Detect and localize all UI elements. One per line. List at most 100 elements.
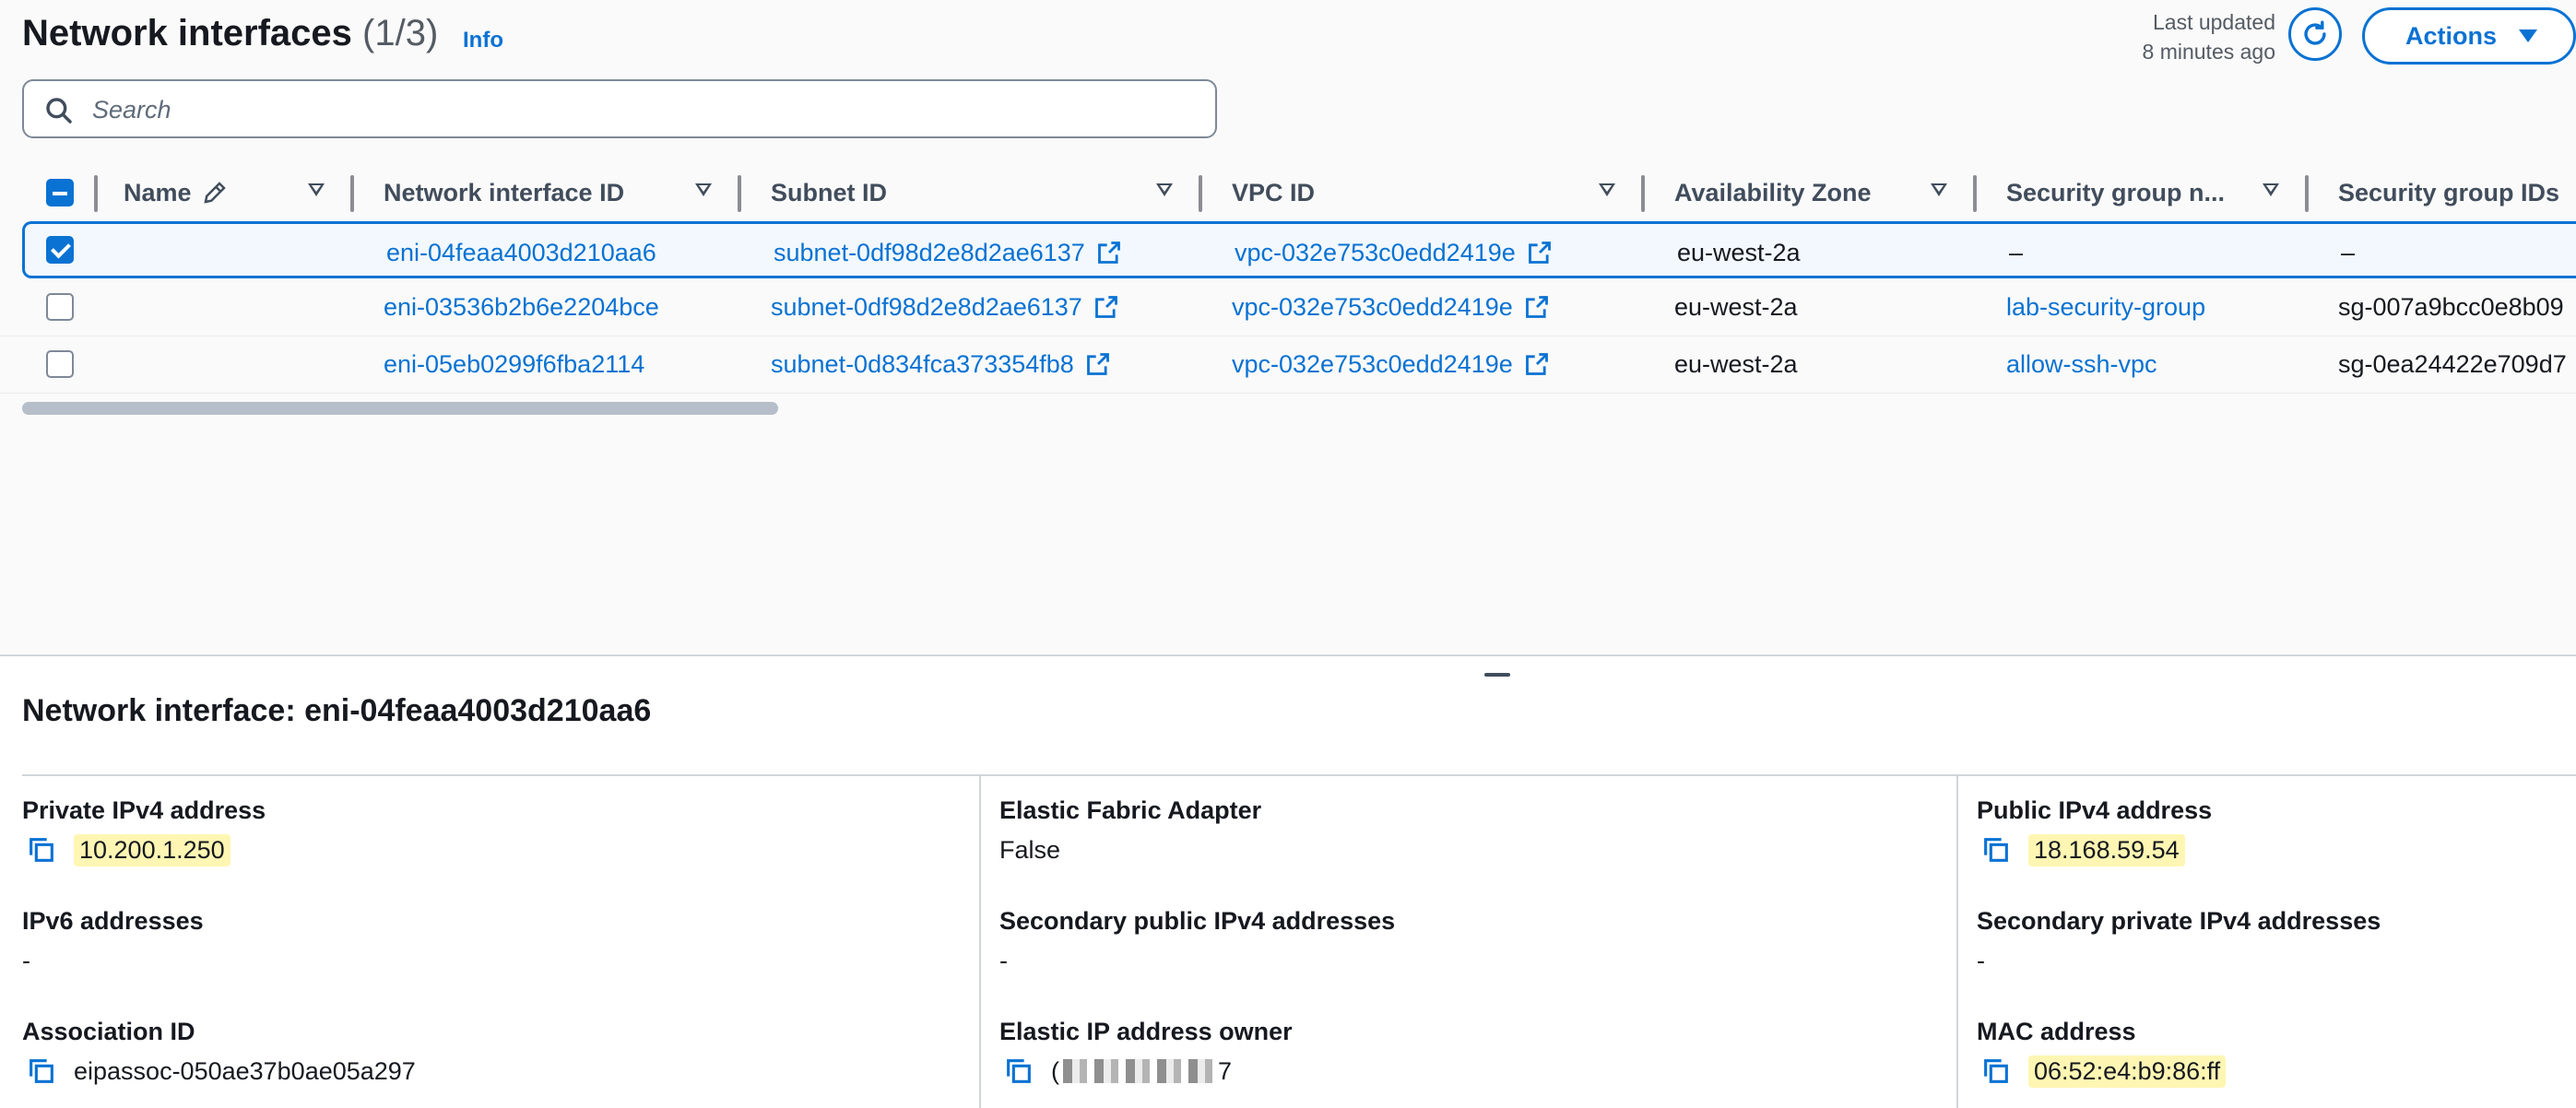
column-header-availability-zone[interactable]: Availability Zone [1674, 166, 1960, 219]
elastic-ip-owner-prefix: ( [1051, 1056, 1059, 1085]
subnet-id-link[interactable]: subnet-0df98d2e8d2ae6137 [774, 224, 1122, 281]
secondary-public-ipv4-field: Secondary public IPv4 addresses - [999, 907, 1395, 976]
copy-icon[interactable] [26, 1055, 57, 1087]
vpc-id-link[interactable]: vpc-032e753c0edd2419e [1232, 336, 1550, 393]
column-header-name[interactable]: Name [124, 166, 354, 219]
column-header-label: VPC ID [1232, 178, 1316, 206]
ipv6-value: - [22, 946, 30, 974]
field-label: Secondary private IPv4 addresses [1977, 907, 2381, 935]
column-divider[interactable] [1641, 175, 1645, 212]
availability-zone: eu-west-2a [1674, 349, 1798, 378]
eni-id-link[interactable]: eni-03536b2b6e2204bce [384, 278, 659, 336]
field-label: MAC address [1977, 1018, 2136, 1045]
column-divider[interactable] [1973, 175, 1977, 212]
availability-zone: eu-west-2a [1677, 238, 1801, 266]
table-row[interactable]: eni-05eb0299f6fba2114 subnet-0d834fca373… [0, 336, 2576, 394]
column-header-vpc-id[interactable]: VPC ID [1232, 166, 1628, 219]
caret-down-icon [2519, 29, 2538, 42]
security-group-name-link[interactable]: allow-ssh-vpc [2006, 336, 2157, 393]
column-header-security-group-name[interactable]: Security group n... [2006, 166, 2292, 219]
actions-button[interactable]: Actions [2362, 7, 2576, 65]
column-header-label: Name [124, 178, 192, 206]
eni-id-link[interactable]: eni-05eb0299f6fba2114 [384, 336, 644, 393]
redacted-account-id [1063, 1059, 1214, 1083]
row-checkbox[interactable] [46, 293, 74, 321]
copy-icon[interactable] [1980, 1055, 2012, 1087]
column-header-security-group-ids[interactable]: Security group IDs [2338, 166, 2576, 219]
copy-icon[interactable] [1980, 834, 2012, 866]
sort-icon[interactable] [1156, 183, 1173, 196]
eni-id-text[interactable]: eni-04feaa4003d210aa6 [386, 239, 656, 267]
vpc-id-text[interactable]: vpc-032e753c0edd2419e [1232, 293, 1513, 322]
eni-id-link[interactable]: eni-04feaa4003d210aa6 [386, 224, 656, 281]
external-link-icon[interactable] [1085, 351, 1111, 377]
search-input[interactable] [90, 88, 1182, 131]
vpc-id-text[interactable]: vpc-032e753c0edd2419e [1235, 239, 1516, 267]
refresh-button[interactable] [2288, 7, 2342, 61]
column-header-label: Network interface ID [384, 178, 625, 206]
column-divider[interactable] [350, 175, 354, 212]
ipv6-field: IPv6 addresses - [22, 907, 204, 976]
subnet-id-link[interactable]: subnet-0d834fca373354fb8 [771, 336, 1111, 393]
vpc-id-text[interactable]: vpc-032e753c0edd2419e [1232, 350, 1513, 379]
row-checkbox[interactable] [46, 350, 74, 378]
efa-value: False [999, 835, 1061, 864]
refresh-icon [2304, 20, 2326, 45]
selection-count: (1/3) [362, 13, 439, 53]
external-link-icon[interactable] [1527, 240, 1553, 265]
column-divider[interactable] [94, 175, 98, 212]
field-label: IPv6 addresses [22, 907, 204, 935]
copy-icon[interactable] [26, 834, 57, 866]
drag-handle-icon[interactable] [1484, 673, 1510, 677]
copy-icon[interactable] [1003, 1055, 1034, 1087]
association-id-field: Association ID eipassoc-050ae37b0ae05a29… [22, 1018, 416, 1087]
sort-icon[interactable] [308, 183, 325, 196]
last-updated: Last updated 8 minutes ago [2143, 7, 2275, 66]
vpc-id-link[interactable]: vpc-032e753c0edd2419e [1235, 224, 1553, 281]
column-header-subnet-id[interactable]: Subnet ID [771, 166, 1173, 219]
actions-button-label: Actions [2405, 21, 2498, 50]
search-bar[interactable] [22, 79, 1217, 138]
eni-id-text[interactable]: eni-03536b2b6e2204bce [384, 293, 659, 322]
secondary-private-ipv4-value: - [1977, 946, 1985, 974]
search-icon [46, 98, 72, 124]
secondary-public-ipv4-value: - [999, 946, 1008, 974]
subnet-id-link[interactable]: subnet-0df98d2e8d2ae6137 [771, 278, 1119, 336]
eni-id-text[interactable]: eni-05eb0299f6fba2114 [384, 350, 644, 379]
security-group-name-link[interactable]: lab-security-group [2006, 278, 2205, 336]
subnet-id-text[interactable]: subnet-0d834fca373354fb8 [771, 350, 1074, 379]
private-ipv4-value: 10.200.1.250 [74, 833, 230, 866]
table-row[interactable]: eni-04feaa4003d210aa6 subnet-0df98d2e8d2… [22, 221, 2576, 278]
column-divider[interactable] [1199, 175, 1202, 212]
column-divider[interactable] [738, 175, 741, 212]
sort-icon[interactable] [2263, 183, 2279, 196]
sort-icon[interactable] [1599, 183, 1615, 196]
secondary-private-ipv4-field: Secondary private IPv4 addresses - [1977, 907, 2381, 976]
select-all-checkbox[interactable] [46, 179, 74, 206]
horizontal-scrollbar[interactable] [22, 402, 778, 415]
row-checkbox[interactable] [46, 236, 74, 264]
sort-icon[interactable] [1931, 183, 1947, 196]
elastic-ip-owner-suffix: 7 [1218, 1056, 1233, 1085]
info-link[interactable]: Info [463, 28, 503, 53]
column-divider[interactable] [2305, 175, 2309, 212]
pencil-icon [203, 182, 226, 204]
external-link-icon[interactable] [1096, 240, 1122, 265]
sort-icon[interactable] [695, 183, 712, 196]
column-header-label: Availability Zone [1674, 178, 1872, 206]
column-header-eni-id[interactable]: Network interface ID [384, 166, 734, 219]
split-panel-divider[interactable] [0, 654, 2576, 656]
efa-field: Elastic Fabric Adapter False [999, 796, 1261, 866]
subnet-id-text[interactable]: subnet-0df98d2e8d2ae6137 [771, 293, 1082, 322]
availability-zone: eu-west-2a [1674, 292, 1798, 321]
external-link-icon[interactable] [1524, 351, 1550, 377]
external-link-icon[interactable] [1093, 294, 1119, 320]
external-link-icon[interactable] [1524, 294, 1550, 320]
field-label: Private IPv4 address [22, 796, 266, 824]
vpc-id-link[interactable]: vpc-032e753c0edd2419e [1232, 278, 1550, 336]
page-title-text: Network interfaces [22, 13, 352, 53]
public-ipv4-field: Public IPv4 address 18.168.59.54 [1977, 796, 2212, 866]
subnet-id-text[interactable]: subnet-0df98d2e8d2ae6137 [774, 239, 1085, 267]
table-row[interactable]: eni-03536b2b6e2204bce subnet-0df98d2e8d2… [0, 278, 2576, 336]
security-group-ids: sg-007a9bcc0e8b09 [2338, 292, 2564, 321]
